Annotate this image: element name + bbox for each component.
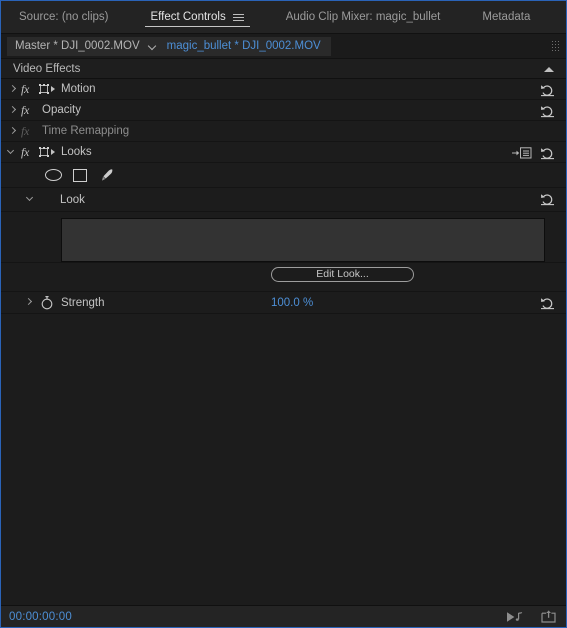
- edit-look-button[interactable]: Edit Look...: [271, 267, 414, 282]
- effect-row-motion[interactable]: fx Motion: [1, 79, 566, 100]
- timecode-display[interactable]: 00:00:00:00: [9, 611, 72, 623]
- stopwatch-keyframe-icon[interactable]: [39, 295, 55, 311]
- tab-source[interactable]: Source: (no clips): [19, 1, 124, 34]
- effect-name-time-remapping: Time Remapping: [42, 125, 130, 137]
- reset-icon[interactable]: [540, 104, 555, 118]
- transform-box-icon[interactable]: [39, 142, 61, 163]
- look-preview-container: [1, 212, 566, 263]
- clip-selector-dropdown[interactable]: Master * DJI_0002.MOV magic_bullet * DJI…: [7, 36, 331, 56]
- look-preview-swatch[interactable]: [61, 218, 545, 262]
- chevron-down-icon[interactable]: [1, 142, 21, 163]
- strength-value[interactable]: 100.0 %: [271, 297, 313, 309]
- look-parameter-row[interactable]: Look: [1, 188, 566, 212]
- effect-name-motion: Motion: [61, 83, 96, 95]
- pen-tool-icon[interactable]: [98, 168, 114, 183]
- effect-row-time-remapping[interactable]: fx Time Remapping: [1, 121, 566, 142]
- panel-tab-bar: Source: (no clips) Effect Controls Audio…: [1, 1, 566, 34]
- chevron-down-icon[interactable]: [20, 189, 40, 210]
- strength-label: Strength: [61, 296, 105, 309]
- tab-audio-clip-mixer[interactable]: Audio Clip Mixer: magic_bullet: [286, 1, 457, 34]
- effect-name-opacity: Opacity: [42, 104, 81, 116]
- free-draw-bezier-list-icon[interactable]: [512, 147, 532, 159]
- look-parameter-label: Look: [60, 193, 85, 206]
- video-effects-section-header[interactable]: Video Effects: [1, 59, 566, 79]
- transform-box-icon[interactable]: [39, 79, 61, 100]
- reset-icon[interactable]: [540, 146, 555, 160]
- tab-metadata[interactable]: Metadata: [482, 1, 546, 34]
- strength-number: 100.0: [271, 296, 300, 309]
- fx-icon[interactable]: fx: [21, 145, 39, 160]
- master-clip-label: Master * DJI_0002.MOV: [15, 40, 140, 52]
- reset-icon[interactable]: [540, 296, 555, 310]
- chevron-right-icon[interactable]: [17, 292, 37, 313]
- export-frame-icon[interactable]: [541, 610, 556, 623]
- effect-row-opacity[interactable]: fx Opacity: [1, 100, 566, 121]
- fx-icon: fx: [21, 123, 30, 138]
- effect-controls-panel: Source: (no clips) Effect Controls Audio…: [0, 0, 567, 628]
- fx-icon[interactable]: fx: [21, 103, 39, 118]
- tab-effect-controls-label: Effect Controls: [150, 10, 226, 23]
- reset-icon[interactable]: [540, 83, 555, 97]
- active-clip-label[interactable]: magic_bullet * DJI_0002.MOV: [167, 40, 321, 52]
- fx-icon[interactable]: fx: [21, 82, 39, 97]
- chevron-right-icon[interactable]: [1, 121, 21, 142]
- hamburger-menu-icon[interactable]: [232, 13, 244, 22]
- effect-controls-empty-area: [1, 314, 566, 605]
- strength-parameter-row[interactable]: Strength 100.0 %: [1, 292, 566, 314]
- rectangle-mask-icon[interactable]: [73, 168, 87, 182]
- chevron-down-icon[interactable]: [149, 42, 158, 51]
- ellipse-mask-icon[interactable]: [45, 169, 62, 181]
- strength-unit: %: [302, 296, 314, 309]
- reset-icon[interactable]: [540, 192, 555, 206]
- drag-handle-icon[interactable]: [552, 41, 559, 52]
- status-bar-icons: [506, 610, 556, 623]
- tab-source-label: Source: (no clips): [19, 10, 109, 23]
- tab-metadata-label: Metadata: [482, 10, 531, 23]
- clip-selector-bar: Master * DJI_0002.MOV magic_bullet * DJI…: [1, 34, 566, 59]
- chevron-right-icon[interactable]: [1, 79, 21, 100]
- chevron-right-icon[interactable]: [1, 100, 21, 121]
- mask-tool-row: [1, 163, 566, 188]
- status-bar: 00:00:00:00: [1, 605, 566, 627]
- video-effects-title: Video Effects: [13, 62, 81, 75]
- triangle-up-icon[interactable]: [544, 67, 554, 72]
- tab-audio-clip-mixer-label: Audio Clip Mixer: magic_bullet: [285, 10, 441, 23]
- effect-row-looks[interactable]: fx Looks: [1, 142, 566, 163]
- tab-effect-controls[interactable]: Effect Controls: [145, 1, 259, 34]
- edit-look-container: Edit Look...: [1, 263, 566, 292]
- play-audio-icon[interactable]: [506, 611, 524, 623]
- effect-name-looks: Looks: [61, 146, 92, 158]
